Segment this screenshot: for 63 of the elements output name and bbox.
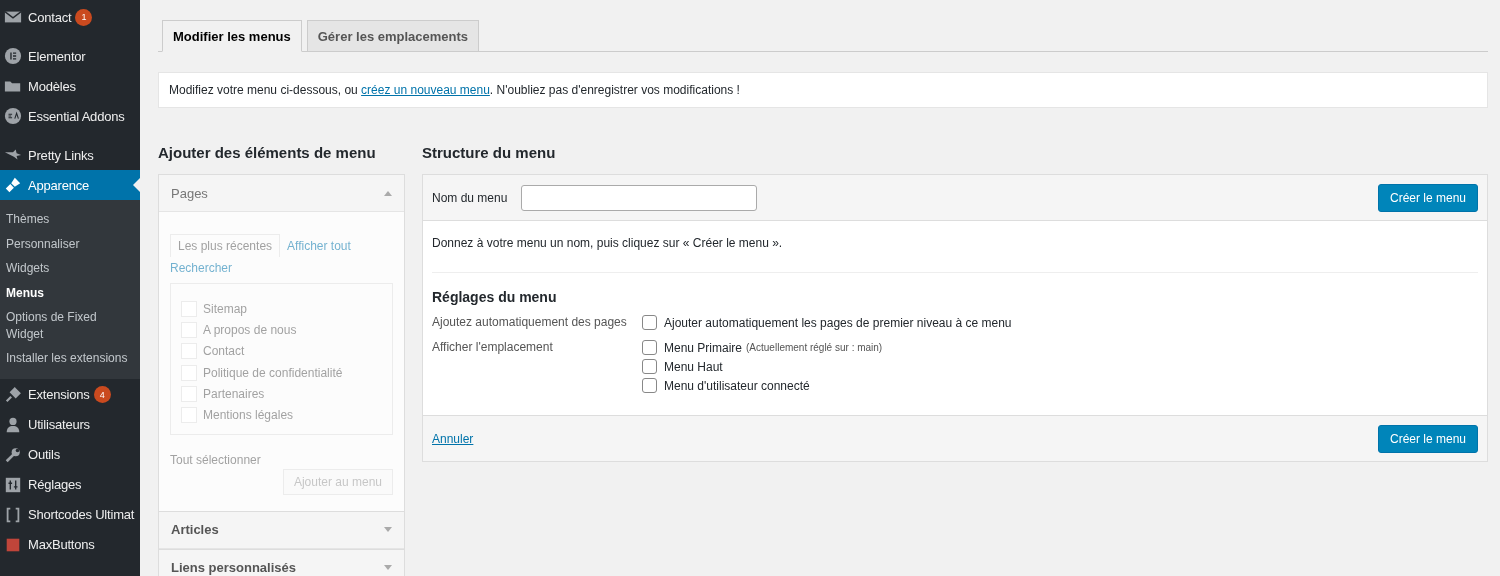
notice-message: Modifiez votre menu ci-dessous, ou créez un nouveau menu. N'oubliez pas d'enregistrer vos modifications ! [158, 72, 1488, 108]
option-label: Ajouter automatiquement les pages de premier niveau à ce menu [664, 315, 1012, 330]
wrench-icon [4, 445, 22, 464]
submenu-item[interactable]: Widgets [0, 256, 140, 281]
elementor-icon [4, 47, 22, 65]
option-label: Menu Haut [664, 359, 723, 374]
sidebar-item[interactable]: MaxButtons [0, 529, 140, 560]
sidebar-item[interactable]: Utilisateurs [0, 409, 140, 440]
count-badge: 4 [93, 386, 111, 403]
submenu-item[interactable]: Options de Fixed Widget [0, 305, 140, 346]
brush-icon [4, 176, 22, 194]
sidebar-item[interactable]: Modèles [0, 71, 140, 101]
sidebar-item[interactable]: Outils [0, 439, 140, 470]
page-label: A propos de nous [203, 322, 297, 337]
page-label: Partenaires [203, 386, 265, 401]
sidebar-item[interactable]: Shortcodes Ultimat [0, 499, 140, 530]
sidebar-item[interactable]: Pretty Links [0, 140, 140, 170]
checkbox[interactable] [642, 359, 657, 374]
sidebar-item[interactable]: Essential Addons [0, 101, 140, 131]
page-label: Mentions légales [203, 408, 294, 423]
page-label: Sitemap [203, 301, 248, 316]
option-label: Menu d'utilisateur connecté [664, 378, 810, 393]
tab[interactable]: Gérer les emplacements [306, 20, 480, 52]
cancel-link[interactable]: Annuler [432, 431, 474, 446]
section-heading: Structure du menu [422, 144, 557, 162]
accordion-header[interactable]: Liens personnalisés [159, 549, 404, 576]
tab[interactable]: Modifier les menus [162, 20, 302, 52]
setting-label: Ajoutez automatiquement des pages [432, 315, 628, 330]
page-label: Contact [203, 344, 245, 359]
checkbox[interactable] [642, 315, 657, 330]
count-badge: 1 [75, 8, 93, 26]
submenu-item[interactable]: Thèmes [0, 207, 140, 232]
toggle-arrow-icon [384, 565, 392, 571]
submenu-item[interactable]: Installer les extensions [0, 346, 140, 371]
accordion-header[interactable]: Articles [159, 511, 404, 549]
sidebar-item[interactable]: Extensions 4 [0, 379, 140, 410]
create-menu-link[interactable]: créez un nouveau menu [361, 83, 490, 97]
checkbox[interactable] [642, 340, 657, 355]
instruction-text: Donnez à votre menu un nom, puis cliquez sur « Créer le menu ». [432, 221, 1478, 273]
sidebar-item[interactable]: Contact 1 [0, 2, 140, 32]
section-heading: Ajouter des éléments de menu [158, 144, 377, 162]
setting-label: Afficher l'emplacement [432, 340, 554, 356]
option-label: Menu Primaire [664, 340, 743, 355]
circle-icon [4, 107, 22, 125]
field-label: Nom du menu [432, 190, 508, 205]
current-pointer-icon [133, 178, 140, 192]
sidebar-item[interactable]: Apparence [0, 170, 140, 200]
submenu-item[interactable]: Personnaliser [0, 231, 140, 256]
menu-name-field[interactable] [521, 184, 758, 211]
page-label: Politique de confidentialité [203, 365, 343, 380]
toggle-arrow-icon [384, 527, 392, 533]
option-note: (Actuellement réglé sur : main) [746, 342, 883, 353]
brackets-icon [4, 505, 22, 524]
checkbox[interactable] [642, 378, 657, 393]
toggle-arrow-icon [384, 190, 392, 196]
sidebar-item[interactable]: Elementor [0, 41, 140, 71]
create-menu-button[interactable]: Créer le menu [1377, 183, 1478, 212]
sliders-icon [4, 475, 22, 494]
sidebar-item[interactable]: Réglages [0, 469, 140, 500]
submenu-item[interactable]: Menus [0, 280, 140, 305]
create-menu-button[interactable]: Créer le menu [1377, 424, 1478, 453]
settings-heading: Réglages du menu [432, 289, 558, 305]
user-icon [4, 415, 22, 434]
